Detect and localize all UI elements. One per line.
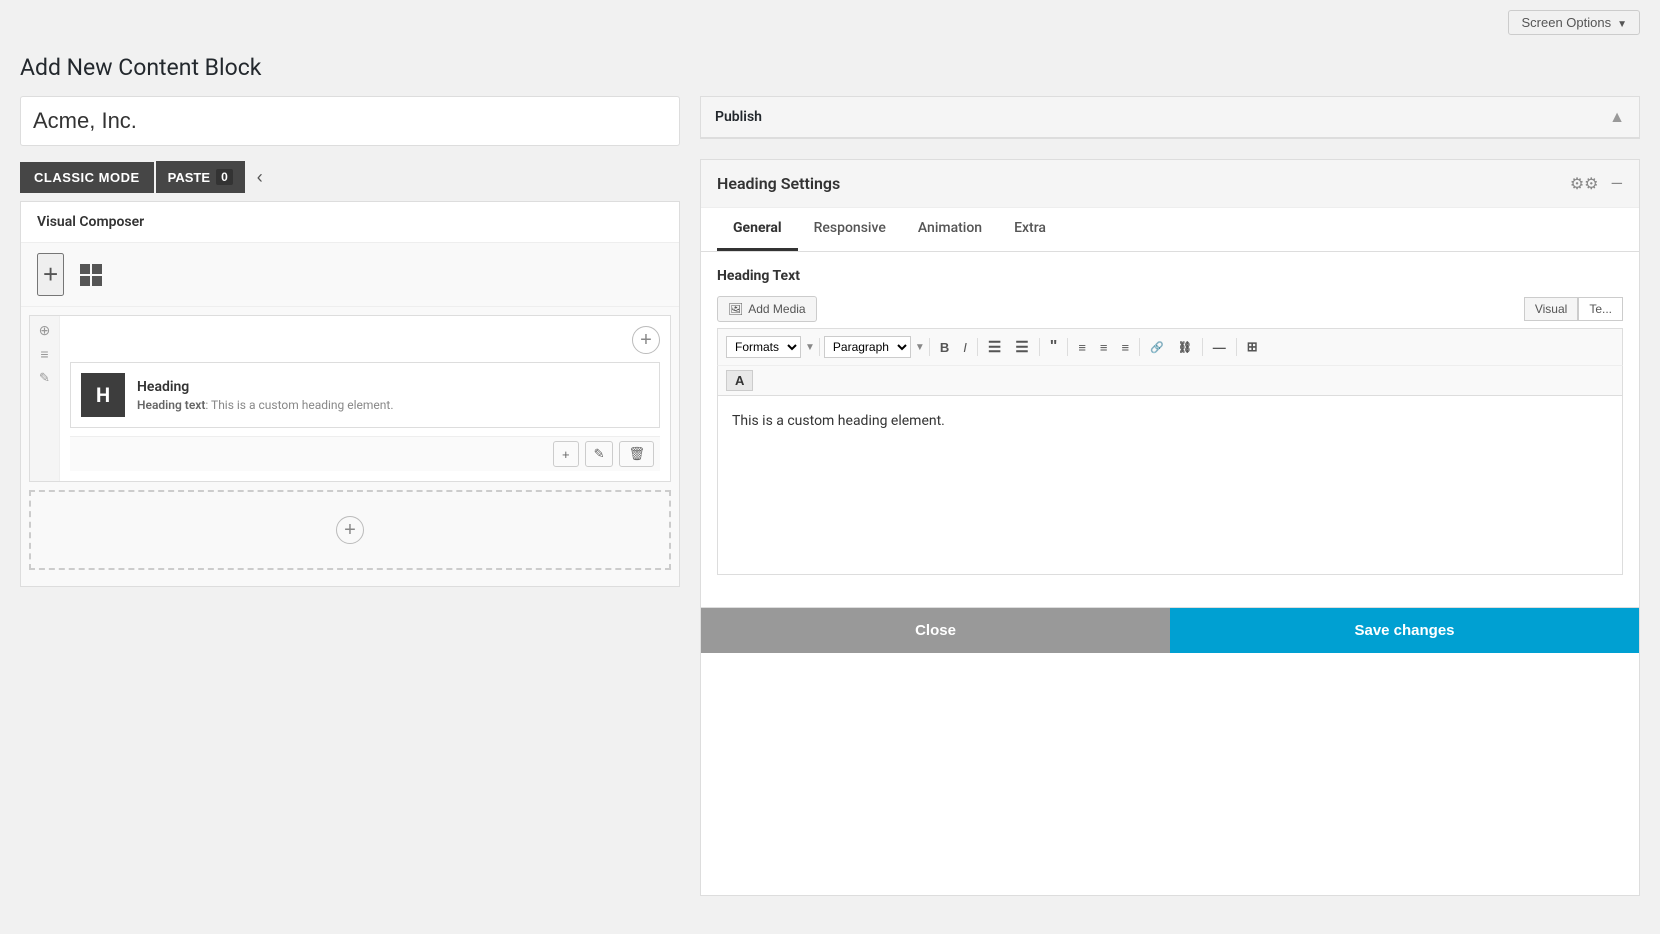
text-view-button[interactable]: Te...	[1578, 297, 1623, 321]
align-left-button[interactable]: ≡	[1072, 337, 1092, 358]
screen-options-label: Screen Options	[1521, 15, 1611, 30]
view-toggle: Visual Te...	[1524, 297, 1623, 321]
align-right-button[interactable]: ≡	[1116, 337, 1136, 358]
content-block-title-input[interactable]	[20, 96, 680, 146]
unordered-list-button[interactable]: ☰	[982, 335, 1007, 359]
align-center-button[interactable]: ≡	[1094, 337, 1114, 358]
heading-element-preview: Heading text: This is a custom heading e…	[137, 398, 649, 412]
tab-extra[interactable]: Extra	[998, 208, 1062, 251]
toolbar-separator-8	[1236, 338, 1237, 356]
toolbar-separator-5	[1067, 338, 1068, 356]
vc-row-empty: +	[29, 490, 671, 570]
visual-composer-toolbar: +	[21, 243, 679, 307]
tab-responsive[interactable]: Responsive	[798, 208, 902, 251]
vc-row-1: ⊕ ≡ ✎ + H	[29, 315, 671, 482]
edit-element-button[interactable]: ✎	[585, 441, 614, 467]
save-changes-button[interactable]: Save changes	[1170, 608, 1639, 653]
back-button[interactable]	[249, 163, 271, 192]
add-element-row-button[interactable]: +	[553, 441, 579, 467]
heading-element-icon: H	[81, 373, 125, 417]
italic-button[interactable]: I	[957, 337, 973, 358]
classic-mode-button[interactable]: CLASSIC MODE	[20, 162, 154, 193]
add-media-button[interactable]: 🖼 Add Media	[717, 296, 817, 322]
heading-element-title: Heading	[137, 379, 649, 395]
settings-tabs: General Responsive Animation Extra	[701, 208, 1639, 252]
heading-info: Heading Heading text: This is a custom h…	[137, 379, 649, 412]
settings-gear-icon[interactable]: ⚙	[1570, 174, 1599, 193]
top-bar: Screen Options	[0, 0, 1660, 44]
move-icon[interactable]: ⊕	[39, 324, 51, 338]
link-button[interactable]: 🔗	[1144, 338, 1170, 357]
screen-options-button[interactable]: Screen Options	[1508, 10, 1640, 35]
toolbar-separator-1	[819, 338, 820, 356]
settings-panel-title: Heading Settings	[717, 174, 840, 193]
blockquote-button[interactable]: "	[1044, 335, 1064, 359]
toolbar-separator-2	[929, 338, 930, 356]
publish-box: Publish ▲	[700, 96, 1640, 139]
settings-minimize-icon[interactable]: —	[1611, 174, 1624, 193]
visual-composer-container: Visual Composer + ⊕ ≡ ✎	[20, 201, 680, 587]
grid-layout-button[interactable]	[80, 264, 102, 286]
bold-button[interactable]: B	[934, 337, 955, 358]
editor-content-area[interactable]: This is a custom heading element.	[717, 395, 1623, 575]
heading-element-block: H Heading Heading text: This is a custom…	[70, 362, 660, 428]
visual-view-button[interactable]: Visual	[1524, 297, 1578, 321]
add-media-icon: 🖼	[728, 302, 743, 316]
tab-animation[interactable]: Animation	[902, 208, 998, 251]
unlink-button[interactable]: ⛓	[1172, 338, 1198, 357]
paragraph-dropdown[interactable]: Paragraph	[824, 336, 911, 358]
toolbar-separator-7	[1202, 338, 1203, 356]
settings-header-icons: ⚙ —	[1570, 174, 1623, 193]
chevron-down-icon	[1617, 15, 1627, 30]
right-panel: Publish ▲ Heading Settings ⚙ — General R…	[700, 96, 1640, 896]
row-actions: + ✎ 🗑	[70, 436, 660, 471]
vc-rows: ⊕ ≡ ✎ + H	[21, 307, 679, 586]
ordered-list-button[interactable]: ☰	[1009, 335, 1034, 359]
toolbar-separator-4	[1039, 338, 1040, 356]
publish-collapse-icon[interactable]: ▲	[1609, 107, 1625, 127]
paste-button[interactable]: PASTE 0	[156, 161, 245, 193]
add-in-row-button[interactable]: +	[632, 326, 660, 354]
row-inner: + H Heading Heading text: This	[60, 316, 670, 481]
main-layout: CLASSIC MODE PASTE 0 Visual Composer +	[0, 96, 1660, 896]
toolbar-separator-6	[1139, 338, 1140, 356]
page-title: Add New Content Block	[0, 44, 1660, 96]
paste-count: 0	[216, 169, 233, 185]
format-toolbar-1: Formats ▼ Paragraph ▼ B I ☰ ☰ "	[717, 328, 1623, 365]
add-empty-row-button[interactable]: +	[336, 516, 364, 544]
format-a-button[interactable]: A	[726, 370, 753, 391]
fullscreen-button[interactable]: ⊞	[1241, 336, 1264, 358]
editor-meta-toolbar: 🖼 Add Media Visual Te...	[717, 296, 1623, 322]
editor-toolbar-row: CLASSIC MODE PASTE 0	[20, 161, 680, 193]
hr-button[interactable]: —	[1207, 337, 1232, 358]
left-panel: CLASSIC MODE PASTE 0 Visual Composer +	[20, 96, 680, 896]
section-heading-text: Heading Text	[717, 268, 1623, 284]
back-icon	[257, 167, 263, 187]
delete-element-button[interactable]: 🗑	[619, 441, 654, 467]
settings-content: Heading Text 🖼 Add Media Visual Te...	[701, 252, 1639, 591]
formats-dropdown[interactable]: Formats	[726, 336, 801, 358]
add-element-button[interactable]: +	[37, 253, 64, 296]
row-edit-icon[interactable]: ✎	[39, 372, 50, 385]
settings-actions: Close Save changes	[701, 607, 1639, 653]
publish-header: Publish ▲	[701, 97, 1639, 138]
publish-title: Publish	[715, 109, 762, 125]
settings-panel: Heading Settings ⚙ — General Responsive …	[700, 159, 1640, 896]
row-align-icon[interactable]: ≡	[40, 348, 48, 362]
row-controls: ⊕ ≡ ✎	[30, 316, 60, 481]
format-toolbar-2: A	[717, 365, 1623, 395]
tab-general[interactable]: General	[717, 208, 798, 251]
settings-panel-header: Heading Settings ⚙ —	[701, 160, 1639, 208]
close-button[interactable]: Close	[701, 608, 1170, 653]
toolbar-separator-3	[977, 338, 978, 356]
visual-composer-header: Visual Composer	[21, 202, 679, 243]
